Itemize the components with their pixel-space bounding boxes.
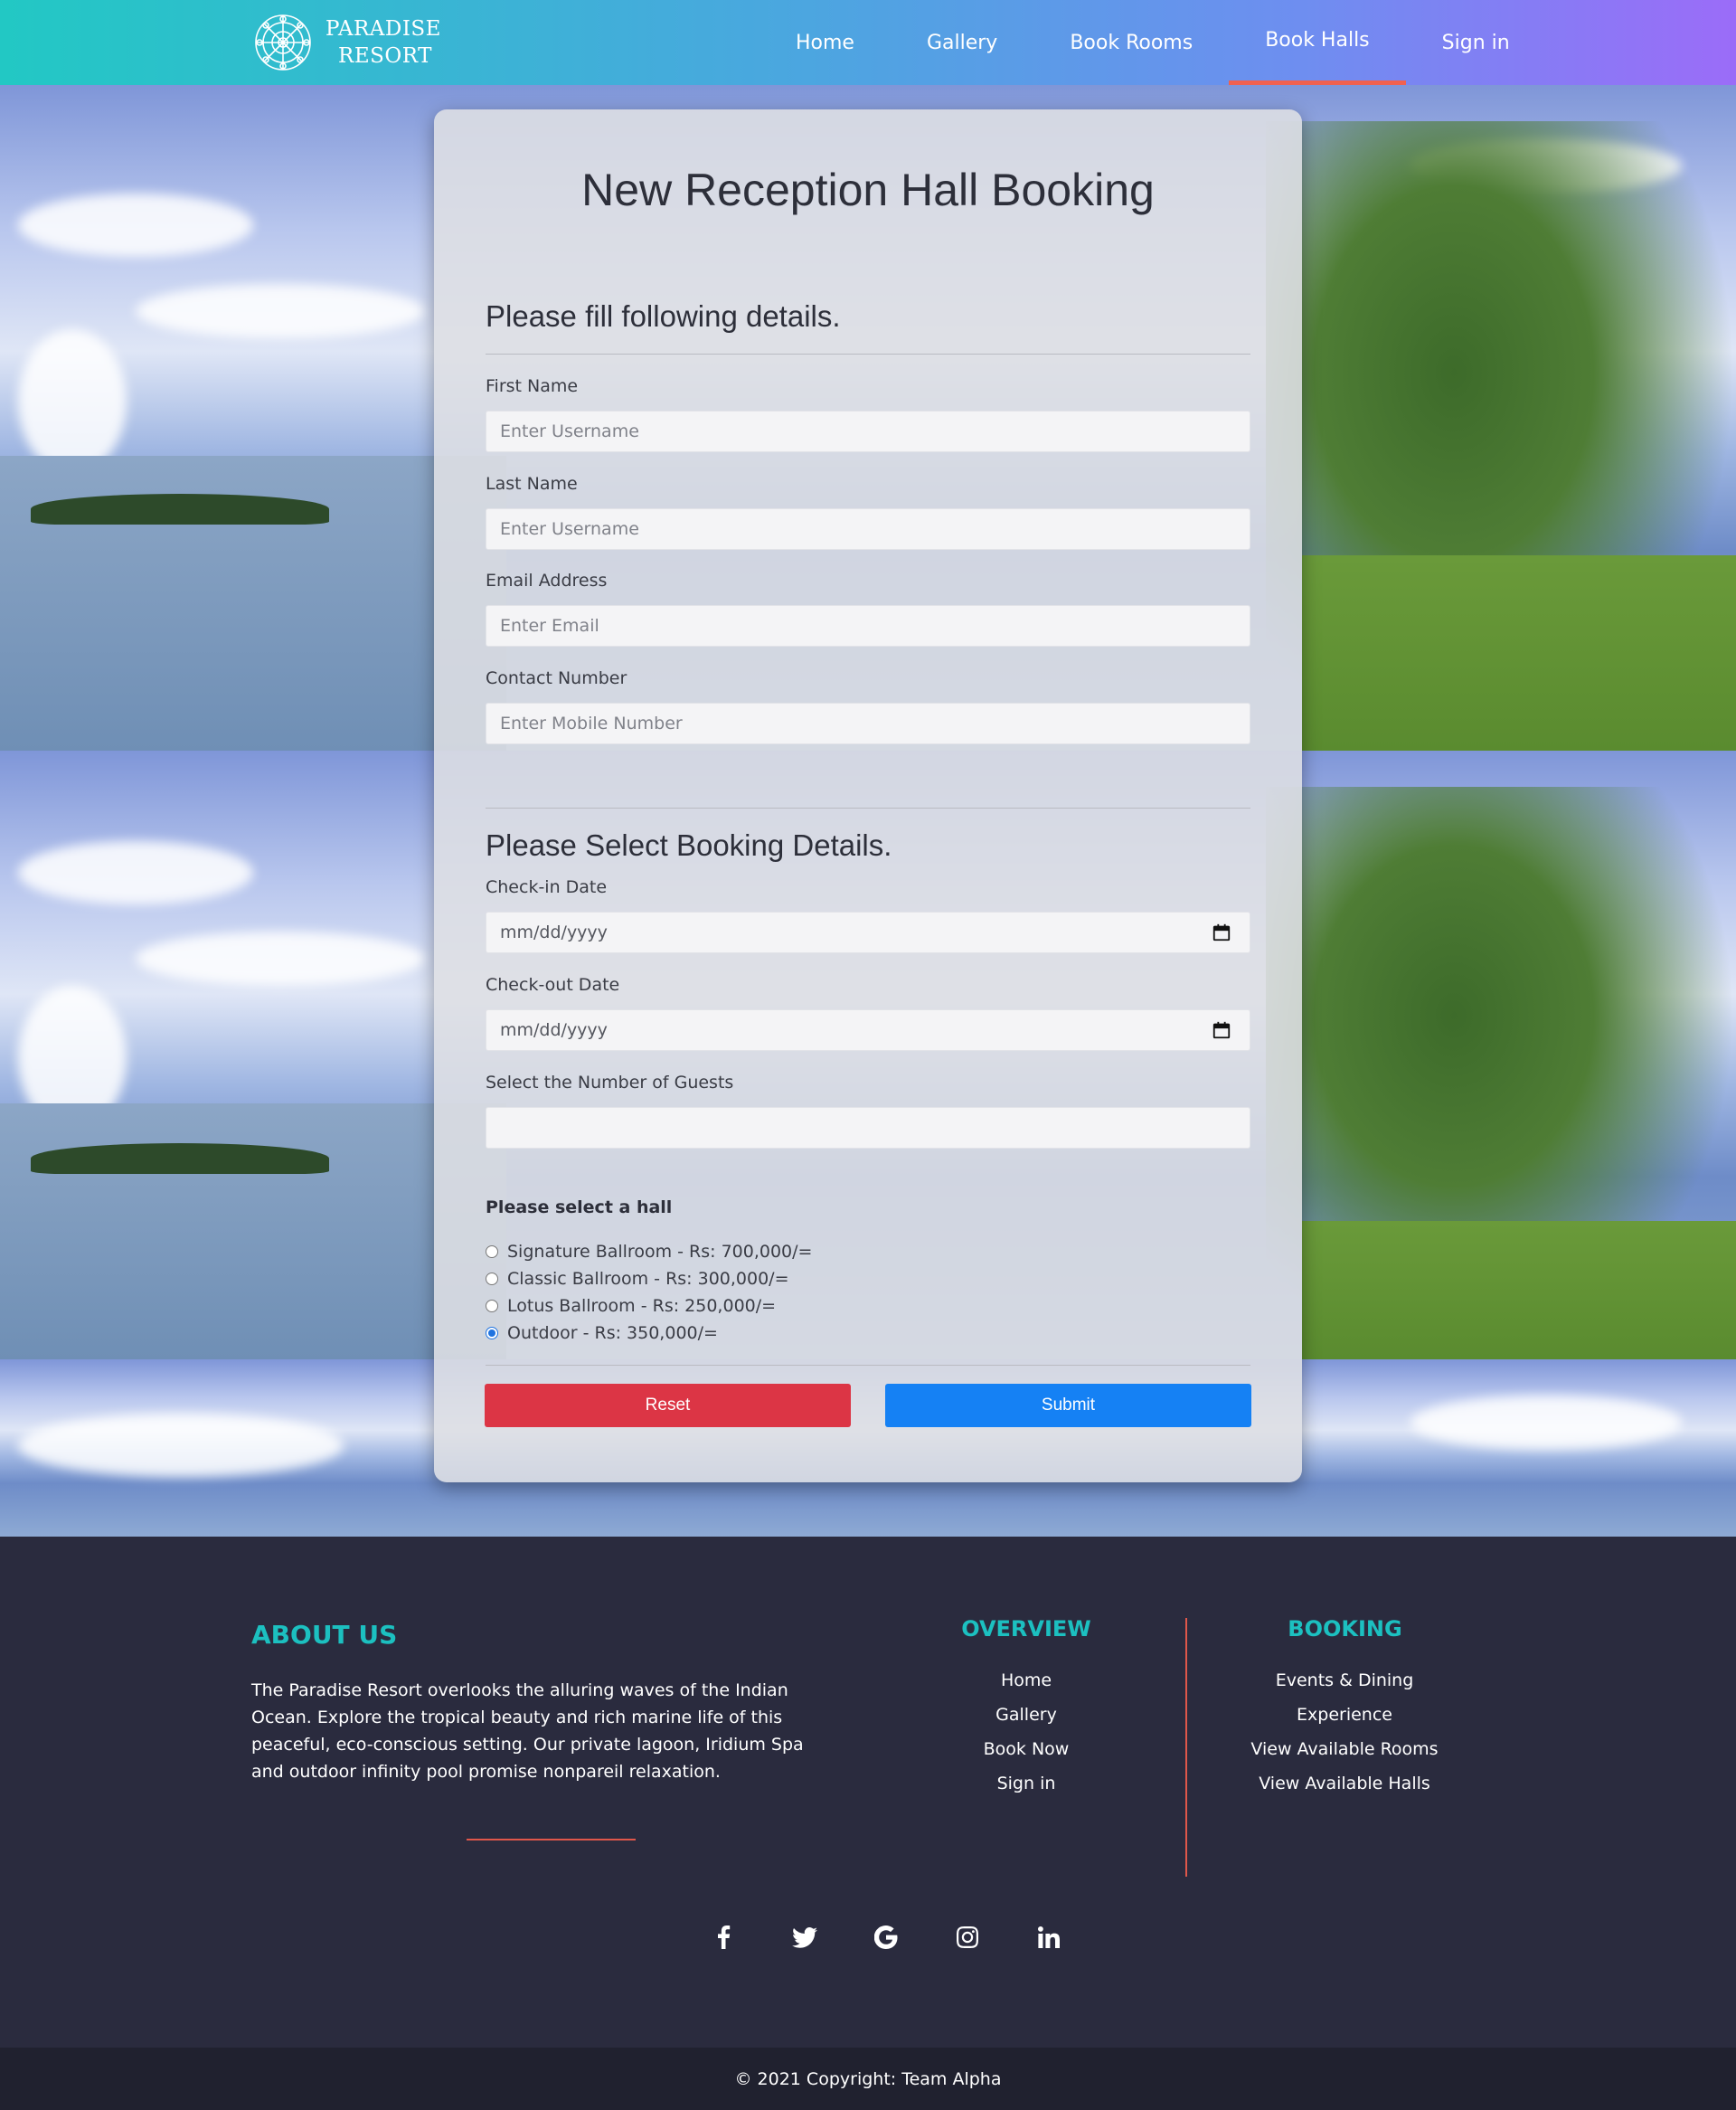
brand-name: PARADISE RESORT: [326, 15, 441, 70]
overview-heading: OVERVIEW: [961, 1616, 1091, 1642]
footer-link-home[interactable]: Home: [936, 1663, 1117, 1698]
footer-column-divider: [1185, 1618, 1187, 1877]
hall-option-label: Classic Ballroom - Rs: 300,000/=: [507, 1269, 789, 1289]
footer-link-available-halls[interactable]: View Available Halls: [1227, 1766, 1462, 1801]
checkout-date-label: Check-out Date: [486, 975, 620, 995]
hall-option-outdoor[interactable]: Outdoor - Rs: 350,000/=: [486, 1323, 718, 1343]
nav-book-halls[interactable]: Book Halls: [1229, 0, 1407, 85]
hall-option-label: Outdoor - Rs: 350,000/=: [507, 1323, 718, 1343]
last-name-label: Last Name: [486, 474, 578, 494]
contact-number-input[interactable]: [500, 714, 1250, 733]
booking-links: Events & Dining Experience View Availabl…: [1227, 1663, 1462, 1801]
hall-option-signature[interactable]: Signature Ballroom - Rs: 700,000/=: [486, 1242, 812, 1262]
nav-home[interactable]: Home: [760, 0, 891, 85]
instagram-icon[interactable]: [954, 1924, 981, 1951]
section-divider-2: [486, 808, 1250, 809]
footer-link-available-rooms[interactable]: View Available Rooms: [1227, 1732, 1462, 1766]
linkedin-icon[interactable]: [1035, 1924, 1062, 1951]
nav-book-rooms[interactable]: Book Rooms: [1033, 0, 1229, 85]
last-name-field[interactable]: [486, 508, 1250, 550]
nav-sign-in[interactable]: Sign in: [1406, 0, 1546, 85]
first-name-label: First Name: [486, 376, 579, 396]
hall-option-label: Signature Ballroom - Rs: 700,000/=: [507, 1242, 813, 1262]
copyright-bar: © 2021 Copyright: Team Alpha: [0, 2048, 1736, 2110]
booking-details-heading: Please Select Booking Details.: [486, 828, 892, 862]
form-title: New Reception Hall Booking: [581, 165, 1155, 215]
radio-button[interactable]: [486, 1273, 498, 1285]
google-icon[interactable]: [873, 1924, 900, 1951]
footer-link-gallery[interactable]: Gallery: [936, 1698, 1117, 1732]
booking-heading: BOOKING: [1288, 1616, 1402, 1642]
hall-option-classic[interactable]: Classic Ballroom - Rs: 300,000/=: [486, 1269, 789, 1289]
radio-button[interactable]: [486, 1300, 498, 1312]
about-us-heading: ABOUT US: [251, 1620, 398, 1650]
social-links: [0, 1924, 1736, 1951]
mandala-logo-icon: [251, 11, 315, 74]
booking-form-card: New Reception Hall Booking Please fill f…: [434, 109, 1302, 1482]
section-divider: [486, 354, 1250, 355]
brand-line-1: PARADISE: [326, 17, 441, 41]
brand-logo[interactable]: PARADISE RESORT: [251, 11, 441, 74]
section-divider-3: [486, 1365, 1250, 1366]
personal-details-heading: Please fill following details.: [486, 299, 841, 333]
calendar-icon[interactable]: [1212, 1020, 1231, 1040]
nav-gallery[interactable]: Gallery: [891, 0, 1033, 85]
reset-button[interactable]: Reset: [485, 1384, 851, 1427]
copyright-text: © 2021 Copyright: Team Alpha: [734, 2068, 1002, 2089]
email-field[interactable]: [486, 605, 1250, 647]
last-name-input[interactable]: [500, 519, 1250, 539]
contact-number-label: Contact Number: [486, 668, 627, 688]
radio-button-selected[interactable]: [486, 1327, 498, 1339]
checkin-date-placeholder: mm/dd/yyyy: [500, 923, 608, 942]
top-navbar: PARADISE RESORT Home Gallery Book Rooms …: [0, 0, 1736, 85]
footer-link-book-now[interactable]: Book Now: [936, 1732, 1117, 1766]
hall-option-label: Lotus Ballroom - Rs: 250,000/=: [507, 1296, 777, 1316]
twitter-icon[interactable]: [791, 1924, 818, 1951]
email-input[interactable]: [500, 616, 1250, 636]
checkout-date-field[interactable]: mm/dd/yyyy: [486, 1009, 1250, 1051]
calendar-icon[interactable]: [1212, 923, 1231, 942]
hall-option-lotus[interactable]: Lotus Ballroom - Rs: 250,000/=: [486, 1296, 776, 1316]
footer: ABOUT US The Paradise Resort overlooks t…: [0, 1537, 1736, 2048]
overview-links: Home Gallery Book Now Sign in: [936, 1663, 1117, 1801]
radio-button[interactable]: [486, 1245, 498, 1258]
submit-button[interactable]: Submit: [885, 1384, 1251, 1427]
checkout-date-placeholder: mm/dd/yyyy: [500, 1020, 608, 1040]
footer-link-sign-in[interactable]: Sign in: [936, 1766, 1117, 1801]
about-underline: [467, 1839, 636, 1840]
email-label: Email Address: [486, 571, 608, 591]
checkin-date-field[interactable]: mm/dd/yyyy: [486, 912, 1250, 953]
brand-line-2: RESORT: [338, 44, 432, 68]
contact-number-field[interactable]: [486, 703, 1250, 744]
guests-label: Select the Number of Guests: [486, 1073, 734, 1093]
about-us-text: The Paradise Resort overlooks the alluri…: [251, 1680, 804, 1782]
footer-link-events-dining[interactable]: Events & Dining: [1227, 1663, 1462, 1698]
hall-select-label: Please select a hall: [486, 1197, 673, 1217]
checkin-date-label: Check-in Date: [486, 877, 608, 897]
guests-field[interactable]: [486, 1107, 1250, 1149]
facebook-icon[interactable]: [710, 1924, 737, 1951]
nav-links: Home Gallery Book Rooms Book Halls Sign …: [760, 0, 1546, 85]
footer-link-experience[interactable]: Experience: [1227, 1698, 1462, 1732]
first-name-field[interactable]: [486, 411, 1250, 452]
first-name-input[interactable]: [500, 421, 1250, 441]
